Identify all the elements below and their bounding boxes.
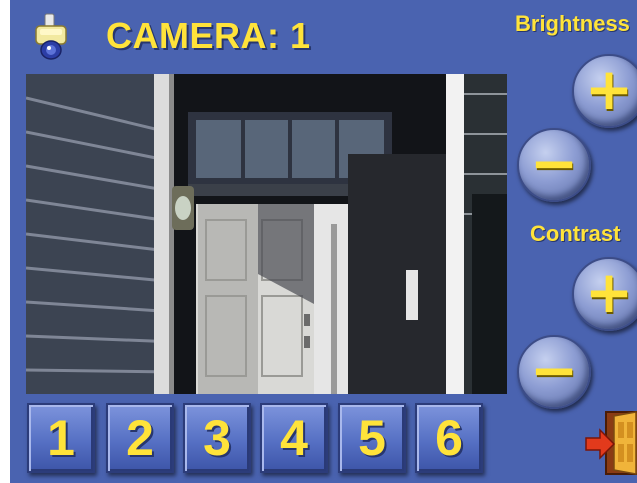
exit-button[interactable] [584,408,637,478]
camera-4-button[interactable]: 4 [260,403,328,473]
minus-icon: − [529,129,579,197]
contrast-increase-button[interactable]: + [572,257,637,331]
camera-video-feed [26,74,507,394]
plus-icon: + [584,55,634,123]
camera-6-button[interactable]: 6 [415,403,483,473]
camera-3-button[interactable]: 3 [183,403,251,473]
security-camera-icon [32,12,72,62]
camera-title: CAMERA: 1 [106,15,311,56]
camera-control-panel: CAMERA: 1 Brightness + − Contrast + − 1 … [10,0,637,483]
camera-5-button[interactable]: 5 [338,403,406,473]
minus-icon: − [529,336,579,404]
brightness-increase-button[interactable]: + [572,54,637,128]
plus-icon: + [584,258,634,326]
brightness-label: Brightness [515,11,630,36]
brightness-decrease-button[interactable]: − [517,128,591,202]
camera-2-button[interactable]: 2 [106,403,174,473]
contrast-decrease-button[interactable]: − [517,335,591,409]
exit-door-icon [585,411,637,475]
camera-1-button[interactable]: 1 [27,403,95,473]
contrast-label: Contrast [530,221,621,246]
